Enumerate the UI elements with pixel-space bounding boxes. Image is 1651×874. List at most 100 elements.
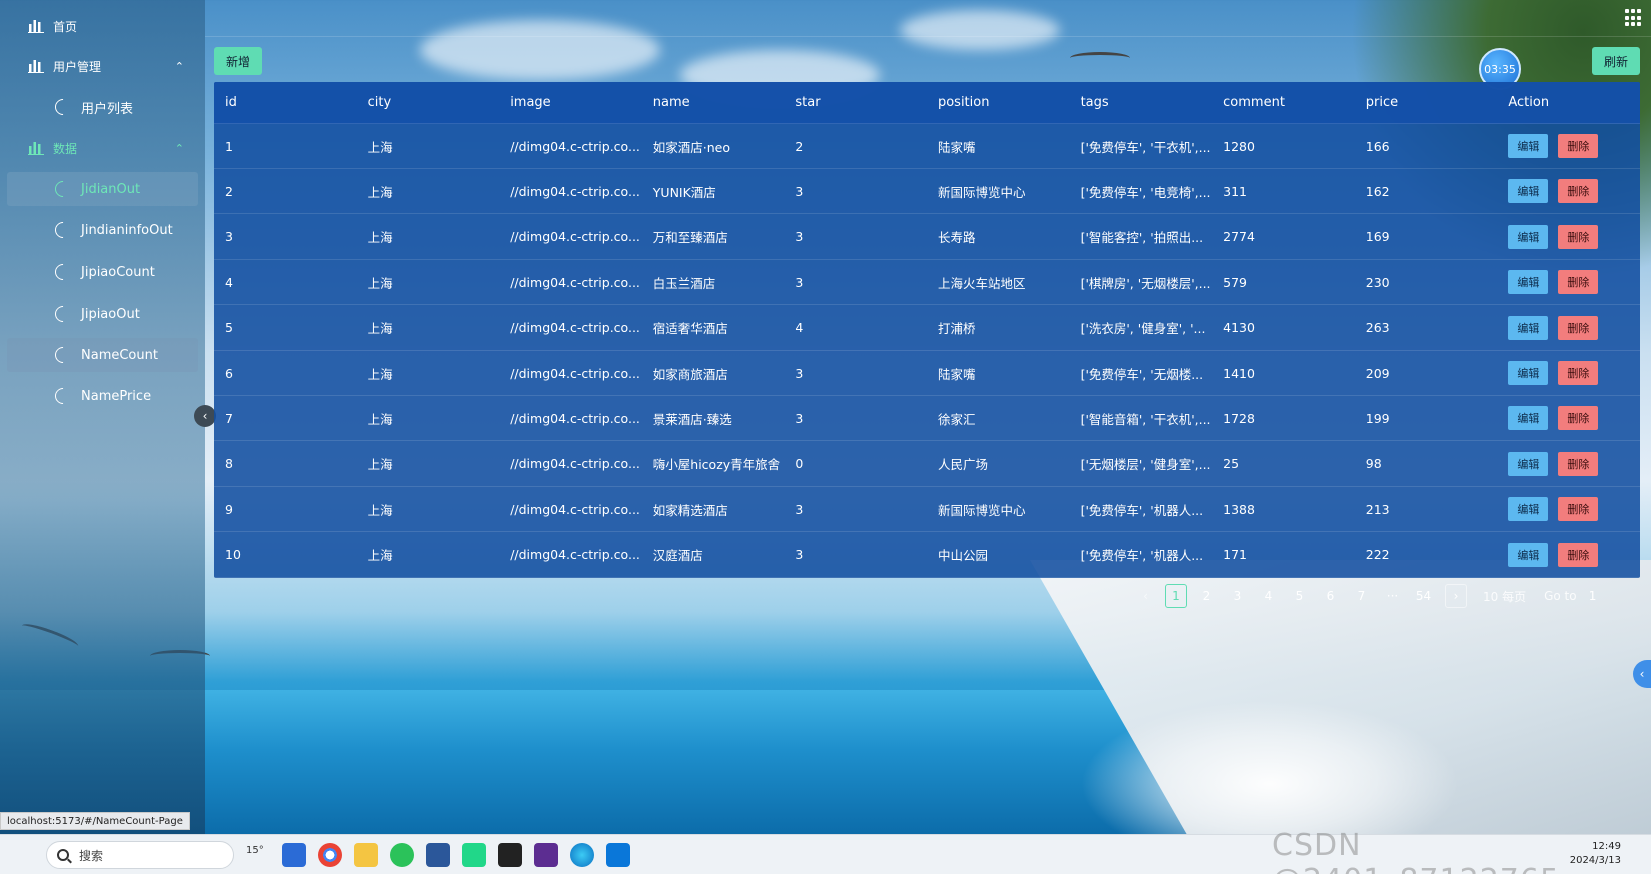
page-size-select[interactable]: 10 每页 — [1483, 584, 1526, 608]
pagination: ‹ 1 2 3 4 5 6 7 ··· 54 › 10 每页 Go to 1 — [1130, 584, 1603, 608]
chart-icon — [27, 18, 45, 34]
chrome-icon[interactable] — [318, 843, 342, 867]
delete-button[interactable]: 删除 — [1558, 224, 1599, 249]
table-cell: 3 — [225, 229, 233, 245]
table-cell: 2 — [795, 138, 804, 154]
sidebar-item-jipiaoout[interactable]: JipiaoOut — [7, 297, 198, 331]
sidebar-item-namecount[interactable]: NameCount — [7, 338, 198, 372]
column-header[interactable]: image — [499, 95, 642, 110]
delete-button[interactable]: 删除 — [1558, 361, 1599, 385]
delete-button[interactable]: 删除 — [1558, 179, 1599, 204]
table-cell: ['免费停车', '无烟楼... — [1080, 366, 1204, 382]
sidebar-item-label: 用户管理 — [53, 59, 102, 74]
sidebar-item-data[interactable]: 数据 ⌃ — [7, 131, 198, 165]
edit-button[interactable]: 编辑 — [1508, 451, 1549, 476]
terminal-icon[interactable] — [498, 843, 522, 867]
table-cell: 上海 — [367, 184, 393, 200]
apps-grid-icon[interactable] — [1625, 9, 1643, 27]
delete-button[interactable]: 删除 — [1558, 542, 1599, 567]
table-cell: //dimg04.c-ctrip.co... — [510, 365, 640, 381]
edit-button[interactable]: 编辑 — [1508, 270, 1549, 295]
add-button[interactable]: 新增 — [214, 47, 262, 75]
table-row: 6 上海 //dimg04.c-ctrip.co... 如家商旅酒店 3 陆家嘴 ['免费停… — [214, 351, 1640, 396]
edit-button[interactable]: 编辑 — [1508, 406, 1549, 431]
column-header[interactable]: position — [927, 95, 1070, 110]
column-header[interactable]: tags — [1070, 95, 1213, 110]
table-cell: ['免费停车', '电竞椅',... — [1080, 184, 1211, 200]
delete-button[interactable]: 删除 — [1558, 315, 1599, 340]
sidebar-item-user-management[interactable]: 用户管理 ⌃ — [7, 49, 198, 83]
column-header[interactable]: city — [357, 95, 500, 110]
datagrip-icon[interactable] — [534, 843, 558, 867]
weather-widget[interactable]: 15° — [246, 845, 264, 856]
column-header[interactable]: id — [214, 95, 357, 110]
table-cell: ['免费停车', '机器人... — [1080, 502, 1204, 518]
windows-start-icon[interactable] — [12, 843, 34, 865]
delete-button[interactable]: 删除 — [1558, 451, 1599, 476]
edit-button[interactable]: 编辑 — [1508, 542, 1549, 567]
table-row: 3 上海 //dimg04.c-ctrip.co... 万和至臻酒店 3 长寿路 ['智能客… — [214, 215, 1640, 260]
sidebar-item-nameprice[interactable]: NamePrice — [7, 379, 198, 413]
delete-button[interactable]: 删除 — [1558, 406, 1599, 431]
moon-icon — [51, 384, 75, 408]
edit-button[interactable]: 编辑 — [1508, 497, 1549, 522]
column-header[interactable]: price — [1355, 95, 1498, 110]
sidebar-item-jidianout[interactable]: JidianOut — [7, 172, 198, 206]
edit-button[interactable]: 编辑 — [1508, 315, 1549, 340]
sidebar-item-jipiaocount[interactable]: JipiaoCount — [7, 255, 198, 289]
store-icon[interactable] — [282, 843, 306, 867]
sidebar-item-user-list[interactable]: 用户列表 — [7, 90, 198, 124]
page-button[interactable]: 4 — [1253, 584, 1284, 608]
folder-icon[interactable] — [354, 843, 378, 867]
delete-button[interactable]: 删除 — [1558, 134, 1599, 158]
webstorm-icon[interactable] — [606, 843, 630, 867]
edit-button[interactable]: 编辑 — [1508, 179, 1549, 204]
page-button[interactable]: 54 — [1408, 584, 1439, 608]
hotel-table: id city image name star position tags co… — [214, 82, 1640, 578]
table-cell: 汉庭酒店 — [652, 548, 703, 564]
taskbar-search[interactable]: 搜索 — [46, 841, 234, 869]
next-page-button[interactable]: › — [1445, 584, 1467, 608]
prev-page-button[interactable]: ‹ — [1130, 584, 1161, 608]
table-cell: 白玉兰酒店 — [652, 275, 716, 291]
edit-button[interactable]: 编辑 — [1508, 224, 1549, 249]
page-button[interactable]: 7 — [1346, 584, 1377, 608]
sidebar-item-home[interactable]: 首页 — [7, 9, 198, 43]
word-icon[interactable] — [426, 843, 450, 867]
table-cell: 3 — [795, 365, 804, 381]
page-button[interactable]: 2 — [1191, 584, 1222, 608]
page-button[interactable]: 6 — [1315, 584, 1346, 608]
column-header[interactable]: name — [642, 95, 785, 110]
table-cell: 陆家嘴 — [937, 366, 976, 382]
table-cell-action: 编辑 删除 — [1497, 361, 1640, 385]
table-cell: 4 — [225, 274, 233, 290]
table-row: 1 上海 //dimg04.c-ctrip.co... 如家酒店·neo 2 陆家嘴 ['免… — [214, 124, 1640, 169]
edit-button[interactable]: 编辑 — [1508, 134, 1549, 158]
goto-input[interactable]: 1 — [1583, 584, 1603, 608]
table-cell: 1388 — [1223, 501, 1255, 517]
more-pages-button[interactable]: ··· — [1377, 584, 1408, 608]
status-url: localhost:5173/#/NameCount-Page — [0, 812, 190, 830]
page-button[interactable]: 5 — [1284, 584, 1315, 608]
edge-icon[interactable] — [570, 843, 594, 867]
column-header[interactable]: comment — [1212, 95, 1355, 110]
side-drawer-toggle[interactable]: ‹ — [1633, 660, 1651, 688]
table-cell: 嗨小屋hicozy青年旅舍 — [652, 457, 781, 473]
table-cell: 上海火车站地区 — [937, 275, 1026, 291]
wechat-icon[interactable] — [390, 843, 414, 867]
table-cell: 上海 — [367, 457, 393, 473]
edit-button[interactable]: 编辑 — [1508, 361, 1549, 385]
table-cell: ['智能客控', '拍照出... — [1080, 230, 1204, 246]
page-button[interactable]: 1 — [1165, 584, 1187, 608]
table-cell-action: 编辑 删除 — [1497, 406, 1640, 431]
table-cell: 10 — [225, 547, 241, 563]
refresh-button[interactable]: 刷新 — [1592, 47, 1640, 75]
column-header[interactable]: star — [784, 95, 927, 110]
delete-button[interactable]: 删除 — [1558, 497, 1599, 522]
pycharm-icon[interactable] — [462, 843, 486, 867]
page-button[interactable]: 3 — [1222, 584, 1253, 608]
table-cell: 人民广场 — [937, 457, 988, 473]
delete-button[interactable]: 删除 — [1558, 270, 1599, 295]
sidebar-item-jindianinfoout[interactable]: JindianinfoOut — [7, 213, 198, 247]
sidebar-collapse-button[interactable]: ‹ — [194, 405, 216, 427]
